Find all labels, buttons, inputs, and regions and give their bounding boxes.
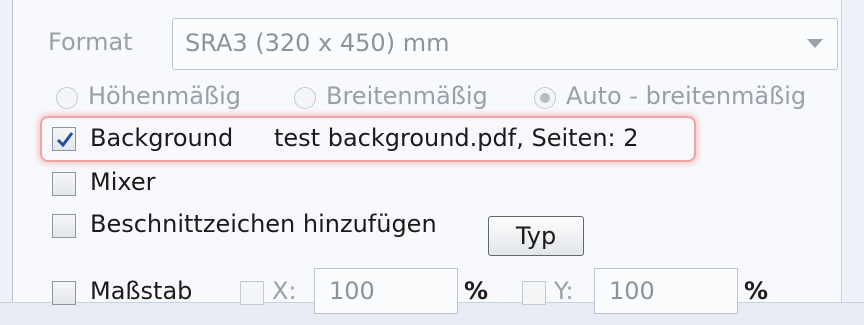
scale-y-value: 100 [609, 277, 655, 305]
background-info: test background.pdf, Seiten: 2 [274, 124, 639, 152]
left-frame-border [0, 0, 13, 325]
crop-marks-checkbox[interactable] [52, 214, 76, 238]
checkmark-icon [56, 132, 74, 148]
right-frame-border [841, 0, 864, 325]
scale-y-input[interactable]: 100 [594, 268, 738, 314]
scale-y-unit: % [744, 277, 769, 305]
scale-checkbox[interactable] [52, 281, 76, 305]
crop-marks-label: Beschnittzeichen hinzufügen [90, 210, 437, 238]
mixer-checkbox[interactable] [52, 172, 76, 196]
radio-hoehenmaessig-label: Höhenmäßig [88, 82, 242, 110]
scale-x-input[interactable]: 100 [314, 268, 458, 314]
scale-y-checkbox[interactable] [522, 281, 546, 305]
chevron-down-icon[interactable] [807, 39, 823, 48]
background-label: Background [90, 124, 234, 152]
format-dropdown[interactable]: SRA3 (320 x 450) mm [172, 18, 838, 70]
format-label: Format [48, 28, 133, 56]
type-button[interactable]: Typ [488, 216, 584, 256]
scale-x-label: X: [272, 277, 297, 305]
scale-label: Maßstab [90, 277, 193, 305]
radio-auto-breitenmaessig[interactable] [534, 87, 556, 109]
mixer-label: Mixer [90, 168, 156, 196]
scale-y-label: Y: [554, 277, 574, 305]
format-value: SRA3 (320 x 450) mm [185, 29, 450, 57]
radio-breitenmaessig-label: Breitenmäßig [326, 82, 488, 110]
scale-x-unit: % [464, 277, 489, 305]
scale-x-checkbox[interactable] [240, 281, 264, 305]
radio-hoehenmaessig[interactable] [56, 87, 78, 109]
scale-x-value: 100 [329, 277, 375, 305]
radio-auto-breitenmaessig-label: Auto - breitenmäßig [566, 82, 807, 110]
radio-breitenmaessig[interactable] [294, 87, 316, 109]
background-checkbox[interactable] [52, 127, 76, 151]
